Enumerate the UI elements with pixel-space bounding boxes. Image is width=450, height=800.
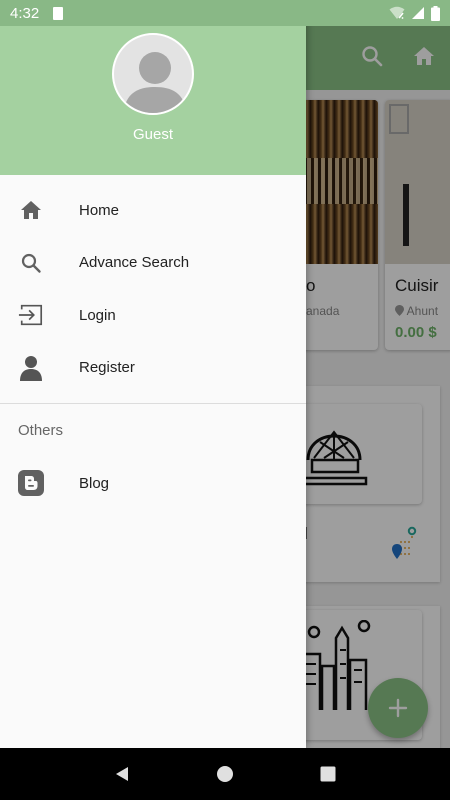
menu-item-login[interactable]: Login xyxy=(0,289,306,342)
others-section-title: Others xyxy=(18,422,64,439)
menu-item-label: Register xyxy=(79,359,135,377)
search-icon xyxy=(18,250,44,276)
drawer-header: Guest xyxy=(0,0,306,175)
status-bar: 4:32 xyxy=(0,0,450,26)
user-name: Guest xyxy=(132,126,174,143)
drawer-menu: Home Advance Search Login Register xyxy=(0,184,306,394)
menu-item-register[interactable]: Register xyxy=(0,342,306,395)
wifi-icon xyxy=(389,6,405,19)
menu-item-label: Login xyxy=(79,306,116,324)
person-icon xyxy=(18,355,44,381)
menu-item-blog[interactable]: Blog xyxy=(0,457,306,510)
others-menu: Blog xyxy=(0,457,306,510)
avatar[interactable] xyxy=(112,33,194,115)
menu-item-label: Blog xyxy=(79,474,110,492)
menu-item-label: Advance Search xyxy=(79,254,190,272)
sd-card-icon xyxy=(53,6,64,20)
blogger-icon xyxy=(18,470,44,497)
menu-item-label: Home xyxy=(79,201,120,219)
navigation-drawer: Guest Home Advance Search Login Register xyxy=(0,0,306,748)
drawer-divider xyxy=(0,403,306,404)
avatar-placeholder-icon xyxy=(123,52,187,113)
menu-item-advance-search[interactable]: Advance Search xyxy=(0,237,306,290)
back-icon[interactable] xyxy=(113,765,131,783)
home-icon xyxy=(18,197,44,223)
battery-icon xyxy=(431,5,440,21)
status-icons xyxy=(389,5,440,21)
login-icon xyxy=(18,302,44,328)
menu-item-home[interactable]: Home xyxy=(0,184,306,237)
home-circle-icon[interactable] xyxy=(216,765,234,783)
system-nav-bar xyxy=(0,748,450,800)
status-time: 4:32 xyxy=(10,4,40,22)
signal-icon xyxy=(412,7,424,19)
recents-icon[interactable] xyxy=(319,765,337,783)
